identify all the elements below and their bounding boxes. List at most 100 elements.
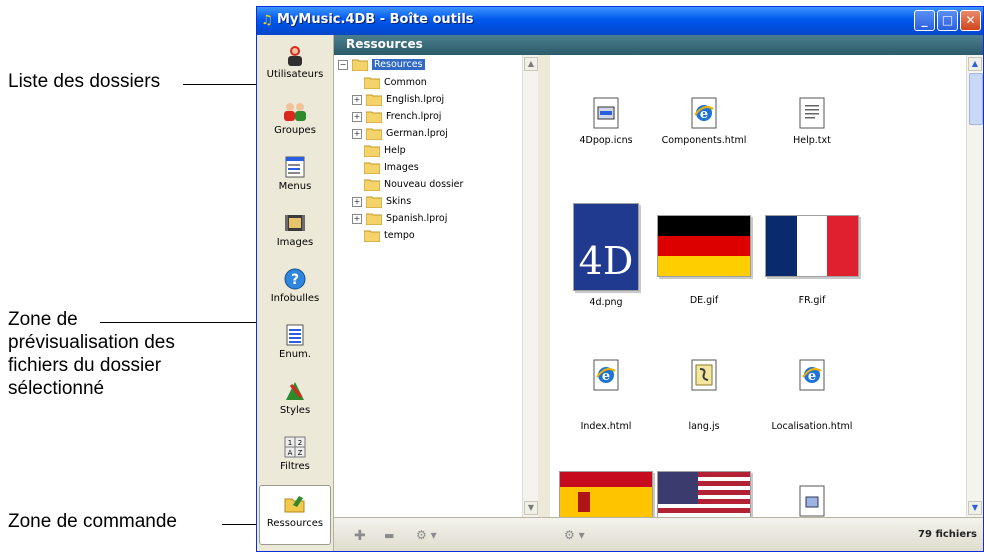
app-icon: ♫ <box>261 13 273 28</box>
tree-gear-menu-icon[interactable]: ⚙ ▾ <box>416 528 437 544</box>
file-name: Help.txt <box>793 135 831 146</box>
toolbar-item-users[interactable]: Utilisateurs <box>257 37 333 93</box>
folder-icon <box>352 59 368 71</box>
tree-node-nouveau-dossier[interactable]: Nouveau dossier <box>364 177 463 193</box>
folder-icon <box>366 128 382 140</box>
tree-node-label: tempo <box>384 230 415 241</box>
resources-icon <box>284 496 305 513</box>
preview-scrollbar[interactable]: ▲ ▼ <box>966 55 983 517</box>
annotation-preview-line-4: sélectionné <box>8 378 105 399</box>
toolbar-item-images[interactable]: Images <box>257 205 333 261</box>
window-titlebar[interactable]: ♫ MyMusic.4DB - Boîte outils _ □ ✕ <box>257 7 983 35</box>
tree-node-images[interactable]: Images <box>364 160 419 176</box>
scroll-up-icon[interactable]: ▲ <box>524 57 538 71</box>
tree-node-french-lproj[interactable]: + French.lproj <box>352 109 441 125</box>
tree-node-label: Resources <box>372 59 425 70</box>
generic-file-icon <box>799 485 825 517</box>
tree-node-spanish-lproj[interactable]: + Spanish.lproj <box>352 211 447 227</box>
file-item[interactable] <box>654 471 754 517</box>
folder-icon <box>366 213 382 225</box>
style-icon <box>286 382 304 400</box>
html-file-icon: e <box>799 359 825 391</box>
tree-node-help[interactable]: Help <box>364 143 406 159</box>
script-file-icon <box>691 359 717 391</box>
close-button[interactable]: ✕ <box>960 10 981 31</box>
file-preview-area[interactable]: 4Dpop.icns e Components.html Help.txt 4D… <box>550 55 983 517</box>
french-flag-thumbnail <box>765 215 859 277</box>
file-item[interactable]: FR.gif <box>762 215 862 306</box>
expand-icon[interactable]: + <box>352 214 362 224</box>
toolbar-item-tooltips[interactable]: ? Infobulles <box>257 261 333 317</box>
expand-icon[interactable]: + <box>352 197 362 207</box>
tree-node-label: German.lproj <box>386 128 448 139</box>
image-icon <box>285 215 305 231</box>
maximize-button[interactable]: □ <box>937 10 958 31</box>
toolbar-item-menus[interactable]: Menus <box>257 149 333 205</box>
file-name: Index.html <box>580 421 632 432</box>
scroll-up-icon[interactable]: ▲ <box>968 57 982 71</box>
file-name: Localisation.html <box>771 421 853 432</box>
file-item[interactable]: 4D 4d.png <box>556 203 656 308</box>
toolbar-label-menus: Menus <box>278 181 312 192</box>
file-name: lang.js <box>688 421 720 432</box>
file-item[interactable] <box>556 471 656 517</box>
pane-splitter[interactable] <box>538 55 550 517</box>
expand-icon[interactable]: + <box>352 112 362 122</box>
svg-text:2: 2 <box>298 439 302 447</box>
file-item[interactable] <box>762 485 862 517</box>
tree-node-label: Spanish.lproj <box>386 213 448 224</box>
command-bar: ✚ ▬ ⚙ ▾ ⚙ ▾ 79 fichiers <box>334 517 983 551</box>
tree-node-tempo[interactable]: tempo <box>364 228 415 244</box>
scroll-down-icon[interactable]: ▼ <box>524 501 538 515</box>
tree-scrollbar[interactable]: ▲ ▼ <box>522 55 539 517</box>
preview-gear-menu-icon[interactable]: ⚙ ▾ <box>564 528 585 544</box>
tree-node-resources[interactable]: − Resources <box>338 57 425 73</box>
file-item[interactable]: lang.js <box>654 359 754 432</box>
user-icon <box>288 46 302 66</box>
toolbar-item-enums[interactable]: Enum. <box>257 317 333 373</box>
toolbar-item-groups[interactable]: Groupes <box>257 93 333 149</box>
file-item[interactable]: DE.gif <box>654 215 754 306</box>
tree-node-label: English.lproj <box>386 94 445 105</box>
toolbar-item-styles[interactable]: Styles <box>257 373 333 429</box>
toolbar-label-resources: Ressources <box>266 518 324 529</box>
left-toolbar: Utilisateurs Groupes Menus Images ? Info… <box>257 35 334 551</box>
icns-file-icon <box>593 97 619 129</box>
folder-icon <box>366 94 382 106</box>
tree-node-german-lproj[interactable]: + German.lproj <box>352 126 448 142</box>
file-item[interactable]: e Components.html <box>654 97 754 146</box>
annotation-preview-line-2: prévisualisation des <box>8 332 175 353</box>
file-name: FR.gif <box>798 295 826 306</box>
file-item[interactable]: e Localisation.html <box>762 359 862 432</box>
toolbar-item-filters[interactable]: 1 2 A Z Filtres <box>257 429 333 485</box>
file-item[interactable]: Help.txt <box>762 97 862 146</box>
scroll-thumb[interactable] <box>969 73 983 125</box>
tree-node-label: Nouveau dossier <box>384 179 464 190</box>
tree-node-english-lproj[interactable]: + English.lproj <box>352 92 444 108</box>
toolbar-label-images: Images <box>276 237 314 248</box>
file-name: 4Dpop.icns <box>579 135 633 146</box>
filter-icon: 1 2 A Z <box>284 436 306 458</box>
toolbar-item-resources[interactable]: Ressources <box>259 485 331 545</box>
scroll-down-icon[interactable]: ▼ <box>968 501 982 515</box>
tree-node-common[interactable]: Common <box>364 75 427 91</box>
expand-icon[interactable]: + <box>352 129 362 139</box>
folder-icon <box>364 77 380 89</box>
svg-text:1: 1 <box>288 439 292 447</box>
remove-icon[interactable]: ▬ <box>384 529 394 545</box>
collapse-icon[interactable]: − <box>338 60 348 70</box>
tree-node-skins[interactable]: + Skins <box>352 194 411 210</box>
file-name: DE.gif <box>689 295 719 306</box>
toolbar-label-enums: Enum. <box>279 349 311 360</box>
expand-icon[interactable]: + <box>352 95 362 105</box>
file-item[interactable]: e Index.html <box>556 359 656 432</box>
file-item[interactable]: 4Dpop.icns <box>556 97 656 146</box>
folder-icon <box>366 111 382 123</box>
minimize-button[interactable]: _ <box>914 10 935 31</box>
add-icon[interactable]: ✚ <box>354 528 366 544</box>
menu-icon <box>285 156 305 178</box>
folder-tree[interactable]: − Resources Common + English.lproj + French… <box>334 55 539 517</box>
spanish-flag-thumbnail <box>559 471 653 517</box>
text-file-icon <box>799 97 825 129</box>
file-name: 4d.png <box>589 297 623 308</box>
